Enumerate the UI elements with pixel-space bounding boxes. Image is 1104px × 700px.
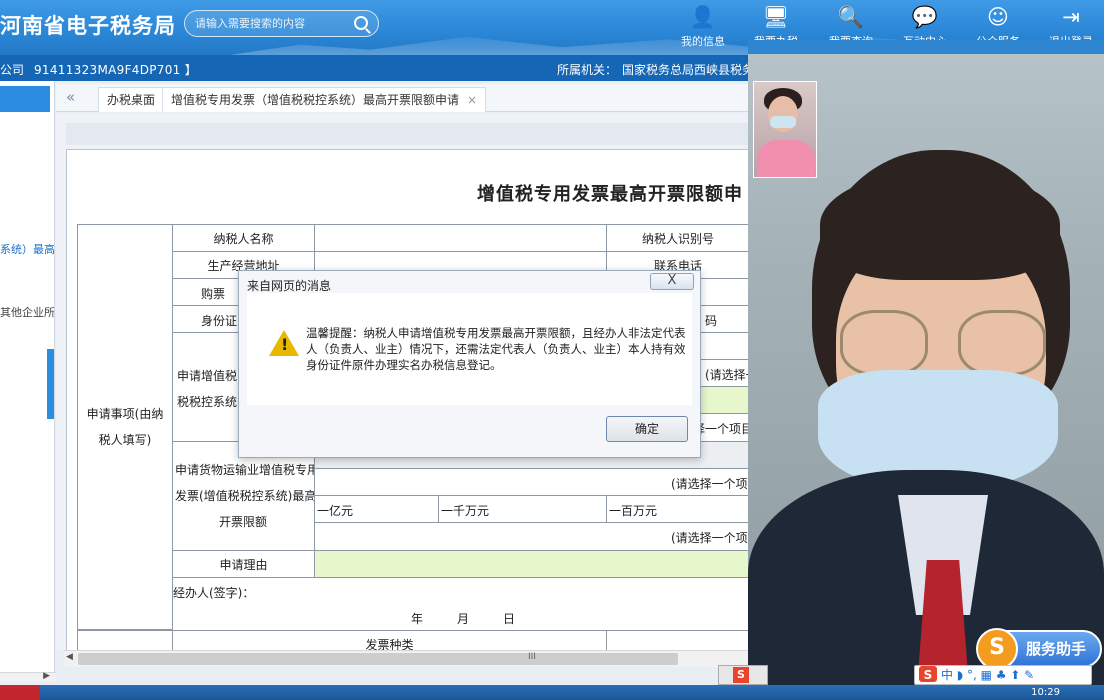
search-icon[interactable] bbox=[354, 16, 368, 30]
label-transport-line1: 申请货物运输业增值税专用 bbox=[175, 463, 315, 477]
sidebar-collapse-handle[interactable] bbox=[47, 349, 54, 419]
sidebar-link-vat-limit[interactable]: 系统）最高 bbox=[0, 241, 54, 257]
label-agent-sign: 经办人(签字)： bbox=[173, 586, 255, 600]
sidebar-link-other-enterprise[interactable]: 其他企业所 bbox=[0, 304, 54, 320]
glasses-right bbox=[958, 310, 1046, 376]
sidebar-scrollbar[interactable]: ▶ bbox=[0, 671, 56, 682]
tab-bar: « 办税桌面 增值税专用发票（增值税税控系统）最高开票限额申请 × bbox=[56, 84, 756, 112]
tab-tax-desktop[interactable]: 办税桌面 bbox=[98, 87, 165, 112]
section-label: 申请事项(由纳税人填写) bbox=[77, 224, 173, 630]
ime-toolbar[interactable]: S 中 ◗ °, ▦ ♣ ⬆ ✎ bbox=[914, 665, 1092, 685]
tray-s-icon: S bbox=[733, 667, 749, 683]
query-icon: 🔍 bbox=[837, 5, 865, 29]
label-year: 年 bbox=[411, 612, 424, 626]
sidebar-active-item[interactable] bbox=[0, 86, 50, 112]
company-name: 公司 bbox=[0, 63, 25, 77]
scrollbar-thumb[interactable]: III bbox=[78, 652, 678, 665]
scroll-left-icon[interactable]: ◀ bbox=[66, 652, 73, 662]
warning-icon bbox=[269, 330, 299, 356]
dialog-message: 温馨提醒：纳税人申请增值税专用发票最高开票限额，且经办人非法定代表人（负责人、业… bbox=[306, 326, 686, 372]
system-clock: 10:29 bbox=[1031, 687, 1060, 698]
label-day: 日 bbox=[503, 612, 516, 626]
self-view-video[interactable] bbox=[753, 81, 817, 178]
section-label-text: 申请事项(由纳税人填写) bbox=[86, 407, 164, 447]
label-taxpayer-id: 纳税人识别号 bbox=[606, 224, 750, 252]
dialog-ok-button[interactable]: 确定 bbox=[606, 416, 688, 442]
tab-scroll-left-icon[interactable]: « bbox=[66, 88, 75, 106]
pip-mask bbox=[770, 116, 796, 128]
transport-select-row-2[interactable]: (请选择一个项目 bbox=[314, 522, 750, 551]
search-input[interactable] bbox=[195, 15, 345, 33]
option-10m[interactable]: 一千万元 bbox=[438, 495, 607, 523]
label-vat-apply-line2: 税税控系统) bbox=[177, 395, 242, 409]
sidebar: 系统）最高 其他企业所 bbox=[0, 81, 55, 681]
fringe-shape bbox=[820, 170, 1060, 280]
video-call-panel bbox=[748, 40, 1104, 685]
org-label: 所属机关： bbox=[557, 63, 618, 77]
label-reason: 申请理由 bbox=[172, 550, 315, 578]
tab-vat-limit-application[interactable]: 增值税专用发票（增值税税控系统）最高开票限额申请 × bbox=[162, 87, 487, 112]
invoice-type-field[interactable] bbox=[606, 630, 750, 650]
ime-logo-icon: S bbox=[919, 666, 937, 682]
scroll-right-icon[interactable]: ▶ bbox=[43, 671, 50, 681]
logout-icon: ⇥ bbox=[1062, 5, 1080, 29]
option-100m[interactable]: 一亿元 bbox=[314, 495, 439, 523]
scrollbar-grip: III bbox=[528, 652, 536, 662]
pip-body bbox=[757, 140, 815, 177]
org-name: 国家税务总局西峡县税务 bbox=[622, 63, 755, 77]
tab-label: 办税桌面 bbox=[107, 93, 156, 107]
transport-select-row[interactable]: (请选择一个项目 bbox=[314, 468, 750, 496]
select-hint: (请选择一个项目 bbox=[671, 477, 749, 491]
dialog-title: 来自网页的消息 bbox=[247, 279, 332, 293]
label-vat-apply-line1: 申请增值税 bbox=[177, 369, 238, 383]
bottom-section-label bbox=[77, 630, 173, 650]
monitor-icon: 🖥 bbox=[762, 5, 790, 29]
form-title: 增值税专用发票最高开票限额申 bbox=[477, 184, 743, 205]
signature-area: 经办人(签字)： 年 月 日 bbox=[172, 577, 750, 631]
search-box[interactable] bbox=[184, 10, 379, 37]
select-hint: 择一个项目 bbox=[693, 422, 750, 436]
nav-my-info[interactable]: 👤 我的信息 bbox=[668, 0, 738, 55]
os-taskbar: 10:29 bbox=[0, 685, 1104, 700]
assistant-logo-icon[interactable]: S bbox=[976, 628, 1018, 670]
video-background bbox=[748, 40, 1104, 54]
option-1m[interactable]: 一百万元 bbox=[606, 495, 750, 523]
dialog-body: 温馨提醒：纳税人申请增值税专用发票最高开票限额，且经办人非法定代表人（负责人、业… bbox=[247, 293, 692, 405]
label-transport-line3: 开票限额 bbox=[219, 515, 268, 529]
nav-label: 我的信息 bbox=[681, 35, 725, 48]
glasses-left bbox=[840, 310, 928, 376]
chat-icon: 💬 bbox=[911, 5, 939, 29]
reason-input[interactable] bbox=[314, 550, 750, 578]
start-button[interactable] bbox=[0, 685, 40, 700]
select-hint: (请选择一个项目 bbox=[671, 531, 749, 545]
toolbar-strip bbox=[66, 123, 752, 145]
ime-status: 中 ◗ °, ▦ ♣ ⬆ ✎ bbox=[941, 668, 1035, 682]
label-month: 月 bbox=[457, 612, 470, 626]
site-title: 河南省电子税务局 bbox=[0, 14, 176, 38]
service-icon: ☺ bbox=[987, 5, 1009, 29]
taxpayer-name-field[interactable] bbox=[314, 224, 607, 252]
close-icon[interactable]: × bbox=[467, 93, 477, 107]
tab-label: 增值税专用发票（增值税税控系统）最高开票限额申请 bbox=[171, 93, 460, 107]
horizontal-scrollbar[interactable]: ◀ III bbox=[64, 650, 754, 667]
tax-id: 91411323MA9F4DP701 】 bbox=[34, 63, 198, 77]
label-taxpayer-name: 纳税人名称 bbox=[172, 224, 315, 252]
label-invoice-type: 发票种类 bbox=[172, 630, 607, 650]
user-icon: 👤 bbox=[689, 5, 717, 29]
select-hint: (请选择一个项目 bbox=[705, 368, 749, 382]
webpage-message-dialog: 来自网页的消息 X 温馨提醒：纳税人申请增值税专用发票最高开票限额，且经办人非法… bbox=[238, 270, 701, 458]
tray-mini-widget[interactable]: S bbox=[718, 665, 768, 685]
label-transport-line2: 发票(增值税税控系统)最高 bbox=[175, 489, 315, 503]
dialog-close-button[interactable]: X bbox=[650, 273, 694, 290]
